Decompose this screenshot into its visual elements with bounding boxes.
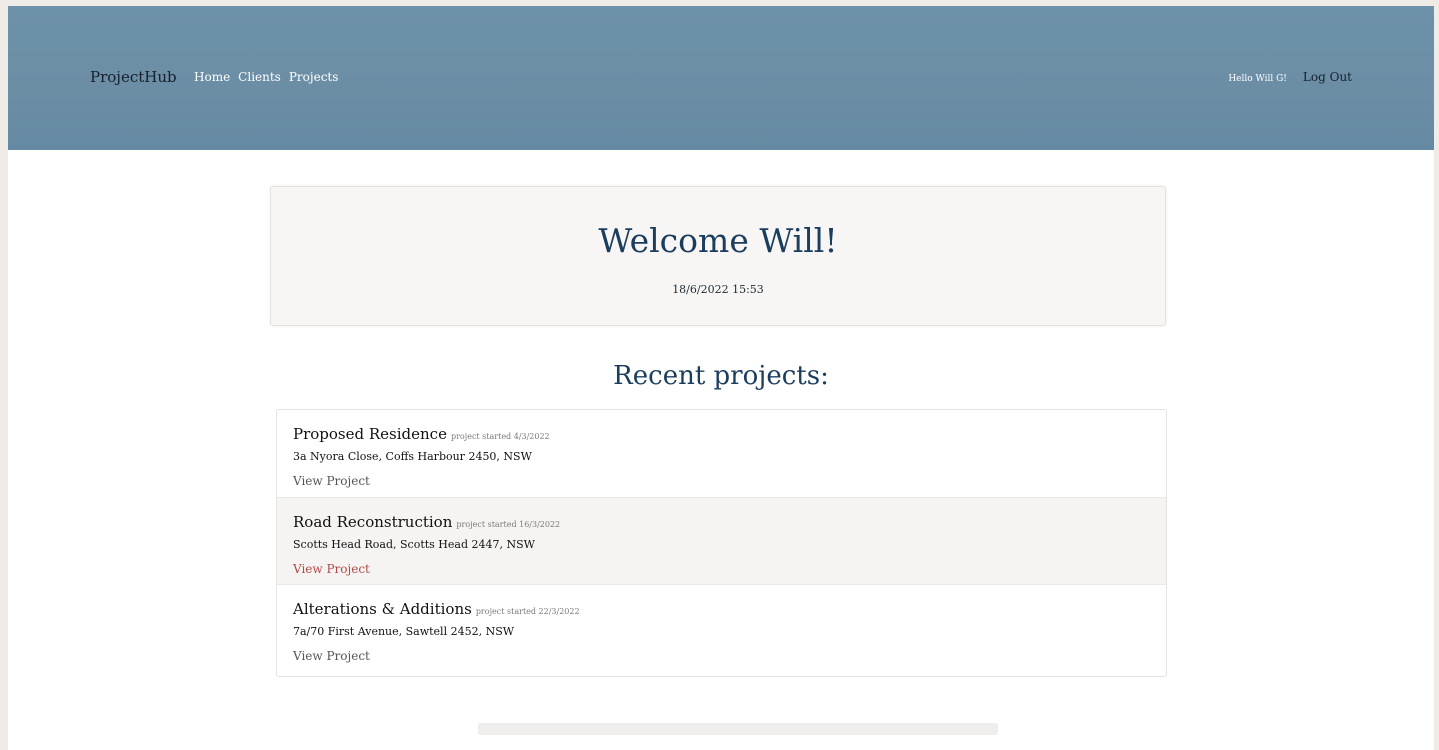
view-project-link[interactable]: View Project — [293, 474, 370, 488]
app-window: ProjectHub Home Clients Projects Hello W… — [8, 6, 1434, 750]
user-greeting: Hello Will G! — [1228, 74, 1287, 84]
view-project-link[interactable]: View Project — [293, 649, 370, 663]
project-item: Alterations & Additions project started 2… — [277, 584, 1166, 672]
project-address: 7a/70 First Avenue, Sawtell 2452, NSW — [293, 625, 515, 638]
project-address: Scotts Head Road, Scotts Head 2447, NSW — [293, 538, 535, 551]
recent-projects-list: Proposed Residence project started 4/3/20… — [276, 409, 1167, 677]
logout-link[interactable]: Log Out — [1303, 70, 1352, 84]
project-start-date: project started 4/3/2022 — [450, 432, 550, 441]
nav-link-clients[interactable]: Clients — [238, 70, 281, 84]
footer-bar — [478, 723, 998, 735]
view-project-link[interactable]: View Project — [293, 562, 370, 576]
project-name: Alterations & Additions — [293, 600, 472, 618]
brand-logo-link[interactable]: ProjectHub — [90, 68, 177, 86]
project-address: 3a Nyora Close, Coffs Harbour 2450, NSW — [293, 450, 532, 463]
current-datetime: 18/6/2022 15:53 — [672, 283, 764, 296]
project-start-date: project started 16/3/2022 — [456, 520, 561, 529]
nav-link-projects[interactable]: Projects — [289, 70, 339, 84]
navbar: ProjectHub Home Clients Projects Hello W… — [8, 6, 1434, 150]
recent-projects-heading: Recent projects: — [613, 361, 829, 391]
project-start-date: project started 22/3/2022 — [475, 607, 580, 616]
nav-user-area: Hello Will G! Log Out — [1228, 70, 1352, 84]
welcome-card: Welcome Will! 18/6/2022 15:53 — [270, 186, 1166, 326]
project-item: Road Reconstruction project started 16/3/… — [277, 497, 1166, 585]
project-item: Proposed Residence project started 4/3/20… — [277, 410, 1166, 497]
project-name: Proposed Residence — [293, 425, 447, 443]
welcome-title: Welcome Will! — [598, 221, 838, 260]
nav-links: Home Clients Projects — [194, 70, 338, 84]
nav-link-home[interactable]: Home — [194, 70, 230, 84]
project-name: Road Reconstruction — [293, 513, 453, 531]
